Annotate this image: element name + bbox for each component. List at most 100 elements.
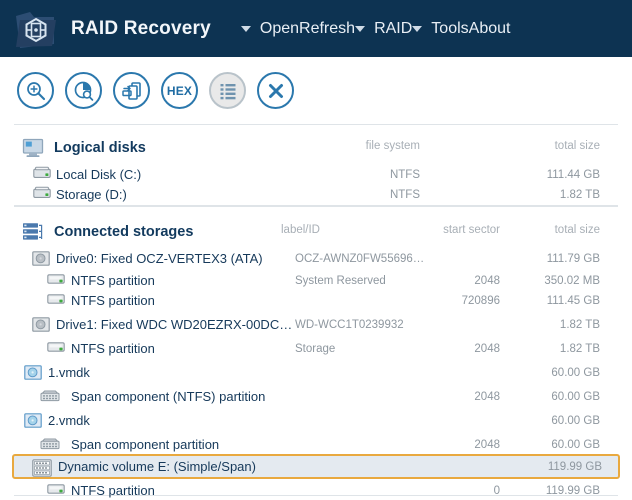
hex-viewer-button[interactable]: HEX <box>161 72 198 109</box>
cell-start-sector: 2048 <box>474 342 500 355</box>
list-item-label: Span component (NTFS) partition <box>71 389 266 404</box>
cell-total-size: 119.99 GB <box>547 460 602 473</box>
monitor-icon <box>22 138 44 158</box>
menu-item-refresh-group[interactable]: Refresh <box>299 20 355 38</box>
cell-start-sector: 2048 <box>474 274 500 287</box>
span-component-icon <box>40 390 60 402</box>
cell-total-size: 350.02 MB <box>544 274 600 287</box>
partition-icon <box>47 273 65 286</box>
list-item-label: 1.vmdk <box>48 365 90 380</box>
list-item[interactable]: NTFS partition Storage 2048 1.82 TB <box>14 338 618 359</box>
list-item-label: NTFS partition <box>71 341 155 356</box>
menu-item-tools[interactable]: Tools <box>431 20 468 38</box>
cell-start-sector: 2048 <box>474 438 500 451</box>
list-item[interactable]: NTFS partition System Reserved 2048 350.… <box>14 270 618 291</box>
brand-area: RAID Recovery <box>0 6 211 52</box>
cell-total-size: 111.79 GB <box>546 252 600 265</box>
chevron-down-icon[interactable] <box>355 25 366 32</box>
partition-icon <box>47 483 65 496</box>
partition-icon <box>47 293 65 306</box>
list-item[interactable]: Storage (D:) NTFS 1.82 TB <box>14 184 618 205</box>
list-item[interactable]: Local Disk (C:) NTFS 111.44 GB <box>14 164 618 185</box>
list-item-label: Dynamic volume E: (Simple/Span) <box>58 459 256 474</box>
list-item[interactable]: 1.vmdk 60.00 GB <box>14 362 618 383</box>
list-item[interactable]: 2.vmdk 60.00 GB <box>14 410 618 431</box>
close-button[interactable] <box>257 72 294 109</box>
divider <box>14 124 618 125</box>
group-title-logical-disks: Logical disks <box>54 140 146 156</box>
list-item[interactable]: NTFS partition 0 119.99 GB <box>14 480 618 500</box>
menu-item-raid-group[interactable]: RAID <box>355 20 412 38</box>
menu-item-open-group[interactable]: Open <box>240 20 299 38</box>
list-item-label: Local Disk (C:) <box>56 167 142 182</box>
list-item-label: NTFS partition <box>71 293 155 308</box>
cell-total-size: 60.00 GB <box>551 366 600 379</box>
list-item-label: Storage (D:) <box>56 187 127 202</box>
import-file-icon <box>121 81 141 100</box>
storage-tree-panel: Logical disks file system total size Loc… <box>0 124 632 500</box>
open-image-button[interactable] <box>113 72 150 109</box>
group-title-connected-storages: Connected storages <box>54 224 194 240</box>
app-title: RAID Recovery <box>71 17 211 39</box>
list-icon <box>220 83 235 99</box>
cell-start-sector: 2048 <box>474 390 500 403</box>
cell-file-system: NTFS <box>389 188 420 201</box>
raid-folder-logo-icon <box>12 6 60 52</box>
vmdk-icon <box>24 413 42 428</box>
cell-total-size: 111.44 GB <box>546 168 600 181</box>
cell-start-sector: 0 <box>493 484 500 497</box>
group-header-logical-disks: Logical disks <box>0 134 632 162</box>
menu-item-raid[interactable]: RAID <box>374 20 412 38</box>
list-item-label: NTFS partition <box>71 273 155 288</box>
cell-label-id: OCZ-AWNZ0FW55696… <box>295 252 425 265</box>
stacked-servers-icon <box>22 222 44 242</box>
column-header-total-size: total size <box>554 140 600 152</box>
menu-bar: Open Refresh RAID Tools About <box>240 20 632 38</box>
partition-icon <box>47 341 65 354</box>
disk-volume-icon <box>33 166 51 180</box>
disk-scan-button[interactable] <box>65 72 102 109</box>
cell-total-size: 1.82 TB <box>559 188 600 201</box>
list-view-button[interactable] <box>209 72 246 109</box>
column-header-file-system: file system <box>365 140 420 152</box>
list-item-label: Span component partition <box>71 437 220 452</box>
chevron-down-icon[interactable] <box>412 25 423 32</box>
cell-total-size: 60.00 GB <box>551 390 600 403</box>
physical-drive-icon <box>32 317 50 332</box>
menu-item-refresh[interactable]: Refresh <box>299 20 355 38</box>
list-item-selected[interactable]: Dynamic volume E: (Simple/Span) 119.99 G… <box>12 454 620 479</box>
cell-total-size: 1.82 TB <box>559 318 600 331</box>
menu-item-tools-group[interactable]: Tools <box>412 20 469 38</box>
dynamic-volume-icon <box>32 459 52 477</box>
list-item-label: 2.vmdk <box>48 413 90 428</box>
chevron-down-icon[interactable] <box>240 25 251 32</box>
cell-label-id: Storage <box>295 342 336 355</box>
cell-total-size: 119.99 GB <box>545 484 600 497</box>
list-item[interactable]: Span component partition 2048 60.00 GB <box>14 434 618 455</box>
menu-item-open[interactable]: Open <box>260 20 299 38</box>
list-item[interactable]: NTFS partition 720896 111.45 GB <box>14 290 618 311</box>
column-header-total-size: total size <box>554 224 600 236</box>
vmdk-icon <box>24 365 42 380</box>
column-header-label-id: label/ID <box>281 224 320 236</box>
hex-icon: HEX <box>166 83 193 98</box>
cell-total-size: 111.45 GB <box>546 294 600 307</box>
list-item[interactable]: Drive0: Fixed OCZ-VERTEX3 (ATA) OCZ-AWNZ… <box>14 248 618 269</box>
magnifier-icon <box>26 81 45 100</box>
column-header-start-sector: start sector <box>443 224 500 236</box>
cell-label-id: WD-WCC1T0239932 <box>295 318 404 331</box>
search-disk-button[interactable] <box>17 72 54 109</box>
menu-item-about[interactable]: About <box>469 20 511 38</box>
cell-label-id: System Reserved <box>295 274 386 287</box>
cell-file-system: NTFS <box>389 168 420 181</box>
list-item[interactable]: Drive1: Fixed WDC WD20EZRX-00DC… WD-WCC1… <box>14 314 618 335</box>
list-item-label: Drive0: Fixed OCZ-VERTEX3 (ATA) <box>56 251 263 266</box>
cell-total-size: 60.00 GB <box>551 414 600 427</box>
menu-item-about-group[interactable]: About <box>469 20 511 38</box>
divider <box>14 206 618 207</box>
close-x-icon <box>268 83 283 98</box>
list-item[interactable]: Span component (NTFS) partition 2048 60.… <box>14 386 618 407</box>
span-component-icon <box>40 438 60 450</box>
cell-total-size: 1.82 TB <box>559 342 600 355</box>
toolbar: HEX <box>0 57 632 124</box>
